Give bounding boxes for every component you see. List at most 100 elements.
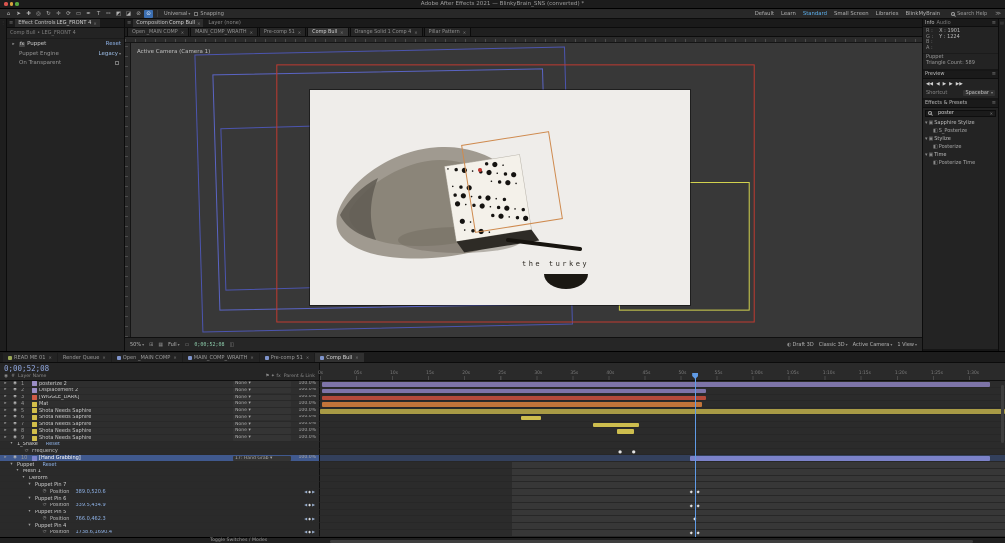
selection-tool-icon[interactable]: ➤ — [14, 10, 23, 18]
stretch-value[interactable]: 100.0% — [293, 388, 319, 394]
tab-effect-controls[interactable]: Effect Controls LEG_FRONT 4 ✕ — [15, 19, 100, 27]
timeline-row[interactable]: ▾ Puppet Pin 7 — [0, 482, 1005, 490]
draft-3d-toggle[interactable]: ◐ Draft 3D — [787, 342, 814, 348]
prev-frame-button[interactable]: ◀ — [936, 82, 940, 87]
close-icon[interactable]: ✕ — [49, 355, 52, 360]
viewer-tab[interactable]: Pre-comp 51 ✕ — [258, 27, 307, 36]
timeline-row[interactable]: ▾ Puppet Pin 5 — [0, 509, 1005, 517]
zoom-tool-icon[interactable]: ◎ — [34, 10, 43, 18]
keyframe-icon[interactable]: ◆ — [308, 530, 311, 536]
workspace-standard[interactable]: Standard — [803, 11, 827, 17]
timeline-row[interactable]: ◷ Position 339.5,434.9 ◀ ◆ ▶ ◆ ◆ — [0, 502, 1005, 510]
parent-link-dropdown[interactable]: None ▾ — [233, 401, 291, 407]
visibility-toggle[interactable]: ◉ — [11, 422, 19, 428]
toggle-switches-modes-button[interactable]: Toggle Switches / Modes — [210, 538, 267, 543]
track-area[interactable] — [320, 475, 1005, 483]
close-icon[interactable]: ✕ — [197, 21, 200, 26]
close-icon[interactable]: ✕ — [173, 355, 176, 360]
timeline-row[interactable]: ◷ Frequency ● ● — [0, 448, 1005, 456]
pan-behind-tool-icon[interactable]: ✛ — [54, 10, 63, 18]
visibility-toggle[interactable]: ◉ — [11, 428, 19, 434]
label-color-swatch[interactable] — [32, 388, 37, 394]
effect-name[interactable]: Puppet — [27, 41, 46, 47]
property-value[interactable]: 1738.6,1690.4 — [75, 530, 112, 536]
twirl-icon[interactable]: ▾ — [8, 442, 15, 448]
keyframe-marker[interactable]: ◆ — [690, 530, 693, 537]
track-area[interactable] — [320, 394, 1005, 402]
label-color-swatch[interactable] — [32, 408, 37, 414]
twirl-icon[interactable]: ▸ — [2, 435, 9, 441]
viewer-tab[interactable]: Orange Solid 1 Comp 4 ✕ — [349, 27, 423, 36]
tab-composition[interactable]: Composition Comp Bull ✕ — [133, 19, 204, 27]
group-name[interactable]: Puppet Pin 4 — [35, 523, 66, 529]
keyframe-marker[interactable]: ◆ — [696, 489, 699, 496]
keyframe-icon[interactable]: ◆ — [308, 516, 311, 522]
zoom-window-button[interactable] — [15, 2, 19, 6]
view-layout-dropdown[interactable]: 1 View ▾ — [897, 342, 917, 348]
parent-link-dropdown[interactable]: None ▾ — [233, 387, 291, 394]
twirl-icon[interactable]: ▾ — [14, 469, 21, 475]
twirl-icon[interactable]: ▾ — [8, 462, 15, 468]
timeline-row[interactable]: ▾ Puppet Pin 4 — [0, 523, 1005, 530]
stopwatch-icon[interactable]: ◷ — [23, 449, 30, 455]
track-area[interactable] — [320, 468, 1005, 476]
close-icon[interactable]: ✕ — [355, 355, 358, 360]
layer-duration-bar[interactable] — [322, 388, 706, 394]
puppet-pin-tool-icon[interactable]: ⊙ — [144, 9, 153, 18]
timeline-row[interactable]: ▸ ◉ 1 posterize 2 None ▾ 100.0% — [0, 381, 1005, 388]
layer-duration-bar[interactable] — [689, 456, 990, 461]
effects-group[interactable]: ▾▣Sapphire Stylize — [923, 119, 998, 127]
twirl-icon[interactable]: ▸ — [2, 422, 9, 428]
close-icon[interactable]: ✕ — [414, 30, 417, 35]
timeline-tab[interactable]: Pre-comp 51 ✕ — [259, 353, 315, 362]
timeline-row[interactable]: ▸ ◉ 8 Shota Needs Saphire None ▾ 100.0% — [0, 428, 1005, 436]
layer-name[interactable]: Mat — [39, 401, 48, 407]
reset-link[interactable]: Reset — [42, 462, 56, 468]
home-icon[interactable]: ⌂ — [4, 10, 13, 18]
viewer-tab[interactable]: MAIN_COMP_WRAITH ✕ — [190, 27, 258, 36]
layer-name[interactable]: Shota Needs Saphire — [39, 422, 91, 428]
fx-badge-icon[interactable]: fx — [19, 41, 26, 47]
next-frame-button[interactable]: ▶ — [949, 82, 953, 87]
rotation-tool-icon[interactable]: ⟳ — [64, 10, 73, 18]
timeline-row[interactable]: ▸ ◉ 7 Shota Needs Saphire None ▾ 100.0% — [0, 421, 1005, 429]
clone-stamp-tool-icon[interactable]: ◩ — [114, 10, 123, 18]
timeline-tab[interactable]: MAIN_COMP_WRAITH ✕ — [182, 353, 259, 362]
stopwatch-icon[interactable]: ◷ — [41, 530, 48, 536]
keyframe-marker[interactable]: ◆ — [696, 530, 699, 537]
workspace-default[interactable]: Default — [755, 11, 774, 17]
close-icon[interactable]: ✕ — [93, 21, 96, 26]
timeline-row[interactable]: ▾ Deform — [0, 475, 1005, 483]
label-color-swatch[interactable] — [32, 415, 37, 421]
brush-tool-icon[interactable]: ✏ — [104, 10, 113, 18]
viewport-timecode[interactable]: 0;00;52;08 — [194, 342, 224, 348]
track-area[interactable]: ● ● — [320, 448, 1005, 456]
close-icon[interactable]: ✕ — [181, 30, 184, 35]
time-ruler[interactable]: 0s 05s 10s 15s 20s 25s 30s 35s 40s 45s 50s 55s 1:00s… — [318, 363, 1005, 380]
stretch-value[interactable]: 100.0% — [293, 395, 319, 401]
twirl-open-icon[interactable]: ▾ — [925, 136, 928, 142]
twirl-icon[interactable]: ▸ — [2, 408, 9, 414]
layer-name[interactable]: Shota Needs Saphire — [39, 435, 91, 441]
resolution-dropdown[interactable]: Full ▾ — [168, 342, 180, 348]
twirl-open-icon[interactable]: ▾ — [925, 152, 928, 158]
layer-name[interactable]: [Hand Grabbing] — [39, 455, 81, 461]
visibility-toggle[interactable]: ◉ — [11, 401, 19, 407]
search-help[interactable]: Search Help — [951, 11, 987, 17]
parent-link-dropdown[interactable]: None ▾ — [233, 381, 291, 387]
twirl-icon[interactable]: ▸ — [2, 381, 9, 387]
hand-tool-icon[interactable]: ✚ — [24, 10, 33, 18]
visibility-toggle[interactable]: ◉ — [11, 388, 19, 394]
layer-duration-bar[interactable] — [617, 429, 634, 434]
panel-overflow-icon[interactable]: ≫ — [995, 11, 1001, 17]
twirl-icon[interactable]: ▸ — [2, 401, 9, 407]
timeline-row[interactable]: ▸ ◉ 4 Mat None ▾ 100.0% — [0, 401, 1005, 409]
twirl-icon[interactable]: ▸ — [2, 388, 9, 394]
clear-search-icon[interactable]: ✕ — [990, 111, 993, 116]
twirl-icon[interactable]: ▾ — [26, 510, 33, 516]
tab-layer-viewer[interactable]: Layer (none) — [205, 19, 244, 27]
timeline-tab[interactable]: Comp Bull ✕ — [315, 353, 364, 362]
keyframe-navigator[interactable]: ◀ ◆ ▶ — [304, 516, 315, 522]
keyframe-icon[interactable]: ◆ — [308, 489, 311, 495]
layer-duration-bar[interactable] — [592, 422, 640, 428]
